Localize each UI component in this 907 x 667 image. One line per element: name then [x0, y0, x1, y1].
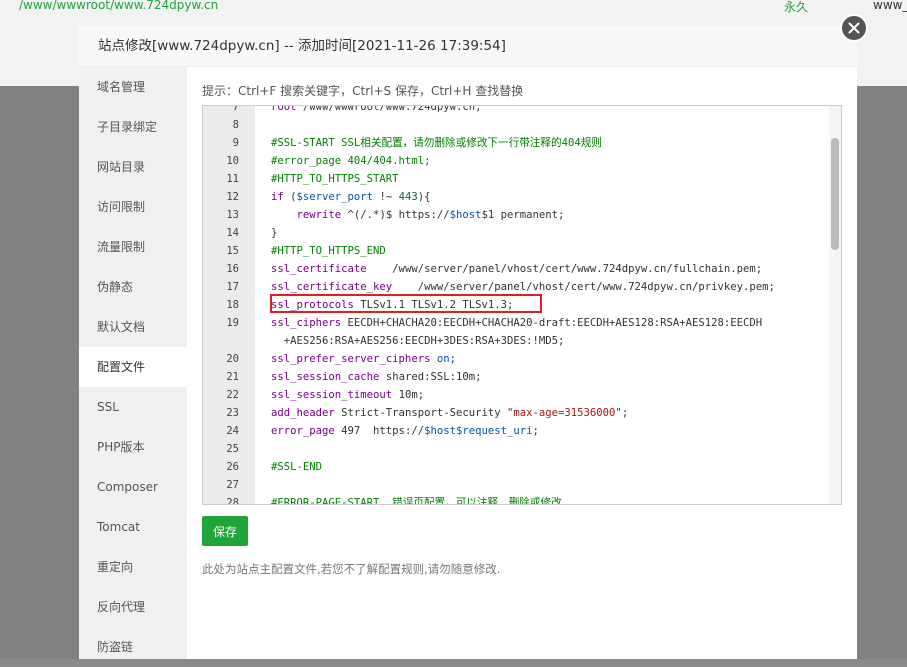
code-text: #SSL-END	[271, 461, 323, 473]
editor-scrollbar[interactable]	[829, 106, 841, 504]
line-number: 19	[226, 317, 239, 329]
sidebar-item-11[interactable]: Tomcat	[79, 507, 187, 547]
code-text: #error_page 404/404.html;	[271, 155, 431, 167]
sidebar-item-5[interactable]: 伪静态	[79, 267, 187, 307]
sidebar-item-10[interactable]: Composer	[79, 467, 187, 507]
code-text: rewrite ^(/.*)$ https://$host$1 permanen…	[296, 209, 565, 221]
background-remark: www_	[873, 0, 907, 12]
code-line[interactable]: 25	[203, 440, 829, 458]
line-number: 18	[226, 299, 239, 311]
code-line[interactable]: 12 if ($server_port !~ 443){	[203, 188, 829, 206]
line-number: 11	[226, 173, 239, 185]
line-number: 8	[232, 119, 239, 131]
save-button[interactable]: 保存	[202, 516, 248, 546]
line-number: 13	[226, 209, 239, 221]
line-number: 25	[226, 443, 239, 455]
code-line[interactable]: 26 #SSL-END	[203, 458, 829, 476]
code-line[interactable]: 23 add_header Strict-Transport-Security "…	[203, 404, 829, 422]
code-text: add_header Strict-Transport-Security "ma…	[271, 407, 629, 419]
line-number: 22	[226, 389, 239, 401]
code-text: ssl_prefer_server_ciphers on;	[271, 353, 456, 365]
code-line[interactable]: 13 rewrite ^(/.*)$ https://$host$1 perma…	[203, 206, 829, 224]
line-number: 9	[232, 137, 239, 149]
sidebar-item-1[interactable]: 子目录绑定	[79, 107, 187, 147]
line-number: 27	[226, 479, 239, 491]
code-line[interactable]: 15 #HTTP_TO_HTTPS_END	[203, 242, 829, 260]
site-edit-modal: 站点修改[www.724dpyw.cn] -- 添加时间[2021-11-26 …	[79, 25, 857, 659]
code-text: ssl_session_timeout 10m;	[271, 389, 425, 401]
code-line[interactable]: 22 ssl_session_timeout 10m;	[203, 386, 829, 404]
code-text: #SSL-START SSL相关配置，请勿删除或修改下一行带注释的404规则	[271, 137, 602, 149]
code-line[interactable]: 27	[203, 476, 829, 494]
highlight-box-ssl-protocols	[270, 294, 542, 313]
line-number: 20	[226, 353, 239, 365]
code-line[interactable]: 7 root /www/wwwroot/www.724dpyw.cn;	[203, 105, 829, 116]
code-editor[interactable]: 7 root /www/wwwroot/www.724dpyw.cn; 8 9 #SSL…	[202, 105, 842, 505]
line-number: 28	[226, 497, 239, 505]
modal-sidebar: 域名管理 子目录绑定 网站目录 访问限制 流量限制 伪静态 默认文档 配置文件 SSL PHP版本…	[79, 67, 187, 659]
line-number: 21	[226, 371, 239, 383]
line-number: 15	[226, 245, 239, 257]
code-line[interactable]: 20 ssl_prefer_server_ciphers on;	[203, 350, 829, 368]
code-line[interactable]: 11 #HTTP_TO_HTTPS_START	[203, 170, 829, 188]
line-number: 26	[226, 461, 239, 473]
background-expiry[interactable]: 永久	[784, 0, 808, 15]
scrollbar-thumb[interactable]	[831, 138, 839, 250]
code-text: ssl_ciphers EECDH+CHACHA20:EECDH+CHACHA2…	[271, 317, 763, 329]
modal-header: 站点修改[www.724dpyw.cn] -- 添加时间[2021-11-26 …	[79, 25, 857, 67]
line-number: 24	[226, 425, 239, 437]
sidebar-item-4[interactable]: 流量限制	[79, 227, 187, 267]
line-number: 14	[226, 227, 239, 239]
line-number: 17	[226, 281, 239, 293]
background-site-path[interactable]: /www/wwwroot/www.724dpyw.cn	[19, 0, 218, 12]
sidebar-item-0[interactable]: 域名管理	[79, 67, 187, 107]
sidebar-item-14[interactable]: 防盗链	[79, 627, 187, 667]
sidebar-item-12[interactable]: 重定向	[79, 547, 187, 587]
line-number: 12	[226, 191, 239, 203]
sidebar-item-3[interactable]: 访问限制	[79, 187, 187, 227]
line-number: 23	[226, 407, 239, 419]
code-line[interactable]: 19 ssl_ciphers EECDH+CHACHA20:EECDH+CHACH…	[203, 314, 829, 350]
code-line[interactable]: 8	[203, 116, 829, 134]
code-line[interactable]: 9 #SSL-START SSL相关配置，请勿删除或修改下一行带注释的404规则	[203, 134, 829, 152]
config-note: 此处为站点主配置文件,若您不了解配置规则,请勿随意修改.	[202, 562, 501, 576]
code-text: }	[271, 227, 278, 239]
config-file-panel: 提示：Ctrl+F 搜索关键字，Ctrl+S 保存，Ctrl+H 查找替换 7 r…	[187, 67, 857, 659]
sidebar-item-9[interactable]: PHP版本	[79, 427, 187, 467]
code-text: #ERROR-PAGE-START 错误页配置，可以注释、删除或修改	[271, 497, 562, 505]
code-line[interactable]: 21 ssl_session_cache shared:SSL:10m;	[203, 368, 829, 386]
line-number: 16	[226, 263, 239, 275]
code-text: ssl_session_cache shared:SSL:10m;	[271, 371, 482, 383]
line-number: 10	[226, 155, 239, 167]
code-text: root /www/wwwroot/www.724dpyw.cn;	[271, 105, 482, 113]
editor-hint: 提示：Ctrl+F 搜索关键字，Ctrl+S 保存，Ctrl+H 查找替换	[202, 84, 524, 98]
sidebar-item-13[interactable]: 反向代理	[79, 587, 187, 627]
code-text: ssl_certificate /www/server/panel/vhost/…	[271, 263, 763, 275]
line-number: 7	[232, 105, 239, 113]
close-icon	[848, 22, 860, 34]
sidebar-item-7[interactable]: 配置文件	[79, 347, 187, 387]
modal-title: 站点修改[www.724dpyw.cn] -- 添加时间[2021-11-26 …	[98, 38, 506, 54]
code-text: #HTTP_TO_HTTPS_START	[271, 173, 399, 185]
code-line[interactable]: 10 #error_page 404/404.html;	[203, 152, 829, 170]
close-modal-button[interactable]	[840, 14, 868, 42]
sidebar-item-8[interactable]: SSL	[79, 387, 187, 427]
code-line[interactable]: 14}	[203, 224, 829, 242]
code-text-wrapped: +AES256:RSA+AES256:EECDH+3DES:RSA+3DES:!…	[271, 335, 565, 347]
sidebar-item-6[interactable]: 默认文档	[79, 307, 187, 347]
code-text: if ($server_port !~ 443){	[271, 191, 431, 203]
code-line[interactable]: 16 ssl_certificate /www/server/panel/vhos…	[203, 260, 829, 278]
code-line[interactable]: 24 error_page 497 https://$host$request_u…	[203, 422, 829, 440]
code-text: error_page 497 https://$host$request_uri…	[271, 425, 539, 437]
code-line[interactable]: 28 #ERROR-PAGE-START 错误页配置，可以注释、删除或修改	[203, 494, 829, 505]
code-text: #HTTP_TO_HTTPS_END	[271, 245, 386, 257]
sidebar-item-2[interactable]: 网站目录	[79, 147, 187, 187]
